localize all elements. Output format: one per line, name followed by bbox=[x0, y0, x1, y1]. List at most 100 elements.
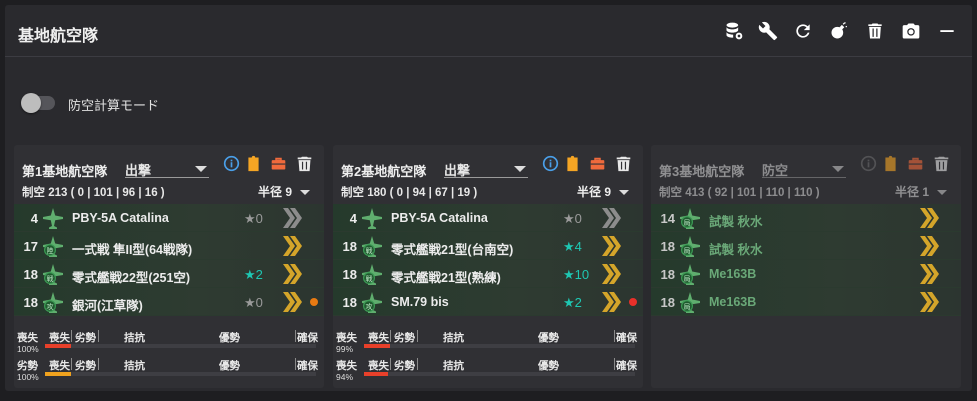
chevron-down-icon bbox=[937, 190, 947, 196]
plane-slot[interactable]: 18 戦 零式艦戦21型(台南空) ★4 bbox=[333, 232, 643, 260]
camera-icon[interactable] bbox=[899, 19, 923, 43]
plane-slot[interactable]: 18 攻 SM.79 bis ★2 bbox=[333, 288, 643, 316]
improvement-level: ★4 bbox=[563, 239, 582, 254]
proficiency-chevron-icon[interactable] bbox=[919, 263, 939, 285]
plane-slot[interactable]: 14 局 試製 秋水 bbox=[651, 204, 961, 232]
radius-value: 半径 9 bbox=[576, 185, 611, 199]
minimize-icon[interactable] bbox=[935, 19, 959, 43]
air-state-bar-fill bbox=[45, 372, 71, 376]
improvement-level: ★0 bbox=[244, 295, 263, 310]
trash-icon[interactable] bbox=[863, 19, 887, 43]
air-defense-mode-toggle[interactable] bbox=[21, 93, 55, 113]
plane-count: 4 bbox=[30, 211, 38, 226]
bar-label-inferior: 劣勢 bbox=[394, 332, 415, 344]
proficiency-chevron-icon[interactable] bbox=[601, 207, 621, 229]
database-cog-icon[interactable] bbox=[722, 19, 746, 43]
land-bomber-icon: 攻 bbox=[360, 290, 384, 314]
corps-mode-select[interactable]: 出撃 bbox=[125, 154, 209, 178]
status-dot bbox=[629, 298, 637, 306]
radius-select[interactable]: 半径 9 bbox=[258, 183, 310, 200]
plane-slot[interactable]: 17 陸 一式戦 隼II型(64戦隊) bbox=[14, 232, 324, 260]
briefcase-icon[interactable] bbox=[587, 153, 607, 173]
clipboard-icon[interactable] bbox=[880, 153, 900, 173]
chevron-down-icon bbox=[195, 166, 207, 172]
interceptor-icon: 局 bbox=[678, 290, 702, 314]
clipboard-icon[interactable] bbox=[562, 153, 582, 173]
plane-name: PBY-5A Catalina bbox=[72, 211, 169, 225]
briefcase-icon[interactable] bbox=[268, 153, 288, 173]
wave-state-label: 喪失 bbox=[336, 360, 357, 372]
svg-text:攻: 攻 bbox=[47, 302, 54, 311]
svg-text:局: 局 bbox=[684, 247, 691, 255]
proficiency-chevron-icon[interactable] bbox=[601, 235, 621, 257]
proficiency-chevron-icon[interactable] bbox=[282, 263, 302, 285]
radius-select[interactable]: 半径 1 bbox=[895, 183, 947, 200]
plane-count: 18 bbox=[660, 295, 675, 310]
wrench-icon[interactable] bbox=[756, 19, 780, 43]
improvement-level: ★10 bbox=[563, 267, 590, 282]
plane-slot[interactable]: 4 PBY-5A Catalina ★0 bbox=[14, 204, 324, 232]
plane-slot[interactable]: 4 PBY-5A Catalina ★0 bbox=[333, 204, 643, 232]
info-icon[interactable] bbox=[858, 153, 878, 173]
plane-slot[interactable]: 18 局 試製 秋水 bbox=[651, 232, 961, 260]
air-power-stat: 制空 413 ( 92 | 101 | 110 | 110 ) bbox=[659, 187, 820, 199]
improvement-level: ★2 bbox=[563, 295, 582, 310]
improvement-level: ★0 bbox=[563, 211, 582, 226]
plane-count: 18 bbox=[342, 267, 357, 282]
chevron-down-icon bbox=[619, 190, 629, 196]
trash-icon[interactable] bbox=[613, 153, 633, 173]
air-state-bar-fill bbox=[364, 372, 388, 376]
chevron-down-icon bbox=[300, 190, 310, 196]
proficiency-chevron-icon[interactable] bbox=[282, 235, 302, 257]
plane-slot[interactable]: 18 戦 零式艦戦22型(251空) ★2 bbox=[14, 260, 324, 288]
plane-slot[interactable]: 18 局 Me163B bbox=[651, 288, 961, 316]
corps-mode-select[interactable]: 防空 bbox=[762, 154, 846, 178]
plane-name: Me163B bbox=[709, 295, 757, 309]
proficiency-chevron-icon[interactable] bbox=[282, 207, 302, 229]
air-corps-card-3: 第3基地航空隊 防空 制空 413 ( 92 | 101 | 110 | 110 )… bbox=[651, 145, 961, 388]
bar-label-superiority: 優勢 bbox=[538, 332, 559, 344]
proficiency-chevron-icon[interactable] bbox=[919, 207, 939, 229]
proficiency-chevron-icon[interactable] bbox=[601, 263, 621, 285]
corps-name: 第2基地航空隊 bbox=[341, 164, 427, 179]
bar-label-supremacy: 確保 bbox=[616, 332, 637, 344]
plane-name: 零式艦戦21型(熟練) bbox=[391, 271, 501, 285]
info-icon[interactable] bbox=[540, 153, 560, 173]
air-state-bar bbox=[45, 372, 316, 376]
chevron-down-icon bbox=[832, 166, 844, 172]
clipboard-icon[interactable] bbox=[243, 153, 263, 173]
interceptor-icon: 局 bbox=[678, 206, 702, 230]
proficiency-chevron-icon[interactable] bbox=[601, 291, 621, 313]
proficiency-chevron-icon[interactable] bbox=[282, 291, 302, 313]
plane-name: 一式戦 隼II型(64戦隊) bbox=[72, 243, 193, 257]
plane-count: 17 bbox=[23, 239, 38, 254]
bar-label-loss: 喪失 bbox=[49, 332, 70, 344]
interceptor-icon: 局 bbox=[678, 234, 702, 258]
bomb-icon[interactable] bbox=[827, 19, 851, 43]
proficiency-chevron-icon[interactable] bbox=[919, 235, 939, 257]
plane-count: 18 bbox=[342, 295, 357, 310]
plane-name: PBY-5A Catalina bbox=[391, 211, 488, 225]
radius-select[interactable]: 半径 9 bbox=[577, 183, 629, 200]
plane-slot[interactable]: 18 戦 零式艦戦21型(熟練) ★10 bbox=[333, 260, 643, 288]
plane-slot[interactable]: 18 局 Me163B bbox=[651, 260, 961, 288]
info-icon[interactable] bbox=[221, 153, 241, 173]
plane-count: 18 bbox=[23, 267, 38, 282]
trash-icon[interactable] bbox=[931, 153, 951, 173]
svg-text:陸: 陸 bbox=[47, 246, 54, 255]
trash-icon[interactable] bbox=[294, 153, 314, 173]
bar-label-parity: 拮抗 bbox=[124, 332, 145, 344]
radius-value: 半径 1 bbox=[894, 185, 929, 199]
svg-text:局: 局 bbox=[684, 303, 691, 311]
plane-name: SM.79 bis bbox=[391, 295, 449, 309]
bar-label-parity: 拮抗 bbox=[443, 332, 464, 344]
svg-text:攻: 攻 bbox=[366, 302, 373, 311]
plane-slot[interactable]: 18 攻 銀河(江草隊) ★0 bbox=[14, 288, 324, 316]
plane-name: 銀河(江草隊) bbox=[72, 299, 143, 313]
corps-mode-select[interactable]: 出撃 bbox=[444, 154, 528, 178]
briefcase-icon[interactable] bbox=[905, 153, 925, 173]
refresh-icon[interactable] bbox=[791, 19, 815, 43]
fighter-icon: 戦 bbox=[41, 262, 65, 286]
proficiency-chevron-icon[interactable] bbox=[919, 291, 939, 313]
land-bomber-icon: 攻 bbox=[41, 290, 65, 314]
